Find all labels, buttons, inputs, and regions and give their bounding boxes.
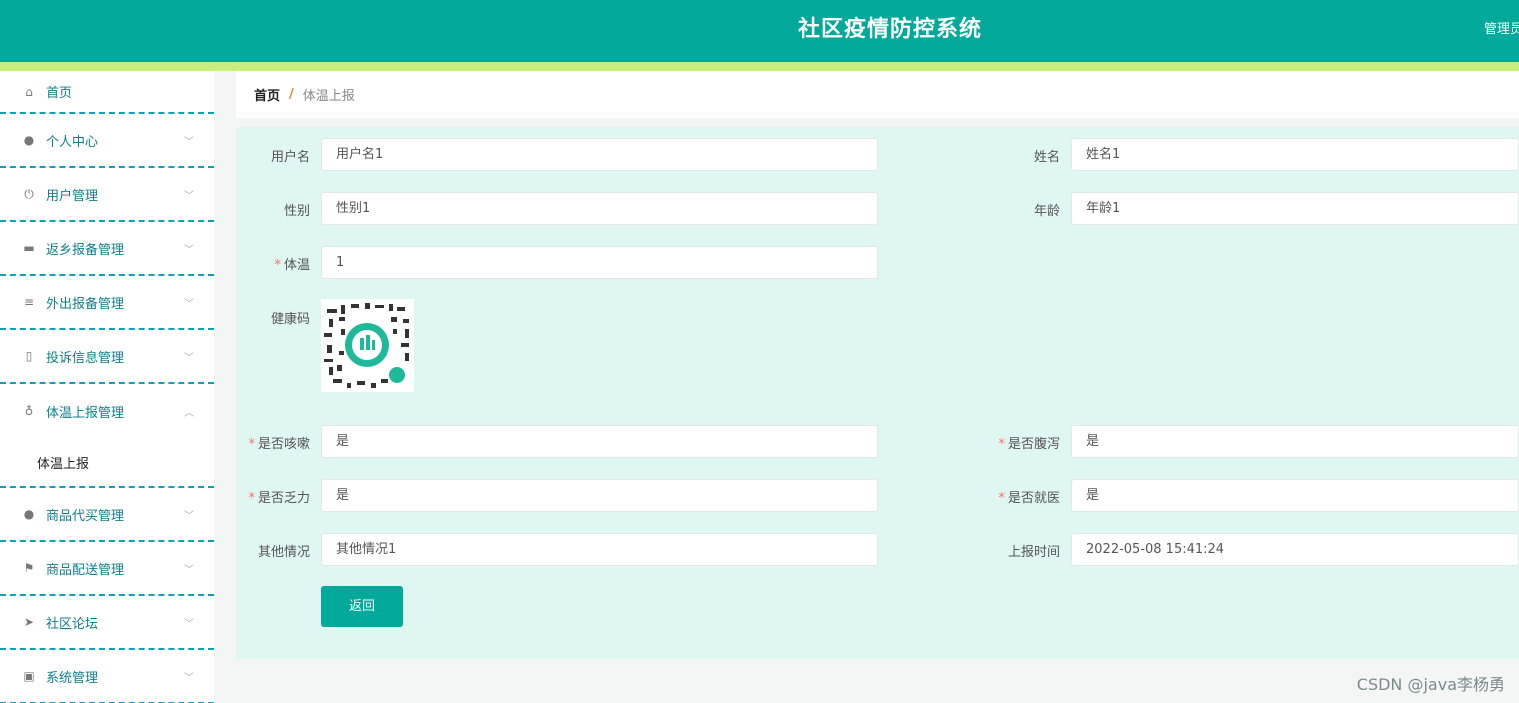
gender-field[interactable]: 性别1 xyxy=(321,192,878,225)
fatigue-field[interactable]: 是 xyxy=(321,479,878,512)
health-code-qr-image[interactable] xyxy=(321,299,414,392)
report-time-field[interactable]: 2022-05-08 15:41:24 xyxy=(1071,533,1519,566)
age-field[interactable]: 年龄1 xyxy=(1071,192,1519,225)
sidebar-item-label: 投诉信息管理 xyxy=(46,350,125,366)
report-time-label: 上报时间 xyxy=(1007,545,1060,560)
breadcrumb-home[interactable]: 首页 xyxy=(254,85,280,104)
admin-user-label[interactable]: 管理员 xyxy=(1484,0,1519,60)
required-mark: * xyxy=(998,491,1005,506)
cough-label: * 是否咳嗽 xyxy=(248,437,310,452)
temperature-label: * 体温 xyxy=(274,258,310,273)
name-field[interactable]: 姓名1 xyxy=(1071,138,1519,171)
required-mark: * xyxy=(998,437,1005,452)
menu-icon: ≡ xyxy=(23,295,35,309)
health-code-label: 健康码 xyxy=(270,312,310,327)
chart-icon: ▣ xyxy=(23,669,35,683)
chevron-down-icon: ﹀ xyxy=(184,564,194,576)
sidebar-item-complaint[interactable]: ▯ 投诉信息管理 ﹀ xyxy=(0,330,214,384)
sidebar-item-system[interactable]: ▣ 系统管理 ﹀ xyxy=(0,650,214,703)
other-label: 其他情况 xyxy=(257,545,310,560)
top-header: 社区疫情防控系统 管理员 xyxy=(0,0,1519,62)
sidebar-item-label: 商品配送管理 xyxy=(46,562,125,578)
microphone-icon: ▯ xyxy=(25,349,33,363)
chevron-down-icon: ﹀ xyxy=(184,136,194,148)
send-icon: ➤ xyxy=(23,615,35,629)
sidebar-item-home[interactable]: ⌂ 首页 xyxy=(0,71,214,114)
sidebar-item-forum[interactable]: ➤ 社区论坛 ﹀ xyxy=(0,596,214,650)
sidebar-item-goods-purchase[interactable]: ● 商品代买管理 ﹀ xyxy=(0,488,214,542)
sidebar-item-label: 外出报备管理 xyxy=(46,296,125,312)
cough-field[interactable]: 是 xyxy=(321,425,878,458)
power-icon: ⏻ xyxy=(24,186,34,201)
hospital-field[interactable]: 是 xyxy=(1071,479,1519,512)
chat-icon: ▬ xyxy=(23,241,35,255)
breadcrumb-separator: / xyxy=(289,87,294,102)
chevron-down-icon: ﹀ xyxy=(184,244,194,256)
name-label: 姓名 xyxy=(1033,150,1060,165)
diarrhea-field[interactable]: 是 xyxy=(1071,425,1519,458)
required-mark: * xyxy=(248,437,255,452)
sidebar-item-temperature[interactable]: ♁ 体温上报管理 ︿ xyxy=(0,384,214,438)
chevron-down-icon: ﹀ xyxy=(184,352,194,364)
diarrhea-label: * 是否腹泻 xyxy=(998,437,1060,452)
microphone-icon: ♁ xyxy=(24,404,34,418)
fatigue-label: * 是否乏力 xyxy=(248,491,310,506)
sidebar: ⌂ 首页 ● 个人中心 ﹀ ⏻ 用户管理 ﹀ ▬ 返乡报备管理 ﹀ ≡ 外出报备… xyxy=(0,71,214,703)
temperature-field[interactable]: 1 xyxy=(321,246,878,279)
sidebar-item-label: 个人中心 xyxy=(46,134,99,150)
app-title: 社区疫情防控系统 xyxy=(797,17,982,42)
hospital-label: * 是否就医 xyxy=(998,491,1060,506)
watermark: CSDN @java李杨勇 xyxy=(1356,675,1505,694)
qr-code-icon xyxy=(321,299,414,392)
sidebar-item-label: 体温上报管理 xyxy=(46,405,125,421)
required-mark: * xyxy=(274,258,281,273)
user-icon: ● xyxy=(23,133,35,147)
breadcrumb-current: 体温上报 xyxy=(302,89,355,104)
sidebar-subitem-temperature-report[interactable]: 体温上报 xyxy=(0,438,214,488)
username-label: 用户名 xyxy=(270,150,310,165)
sidebar-item-user-management[interactable]: ⏻ 用户管理 ﹀ xyxy=(0,168,214,222)
user-icon: ● xyxy=(23,507,35,521)
required-mark: * xyxy=(248,491,255,506)
age-label: 年龄 xyxy=(1033,204,1060,219)
sidebar-item-label: 返乡报备管理 xyxy=(46,242,125,258)
back-button[interactable]: 返回 xyxy=(321,586,403,627)
sidebar-item-goods-delivery[interactable]: ⚑ 商品配送管理 ﹀ xyxy=(0,542,214,596)
sidebar-item-label: 社区论坛 xyxy=(46,616,99,632)
form-panel: 用户名 用户名1 姓名 姓名1 性别 性别1 年龄 年龄1 *体温 1 健康码 xyxy=(236,127,1519,659)
flag-icon: ⚑ xyxy=(23,561,35,575)
sidebar-item-label: 首页 xyxy=(46,86,73,101)
sidebar-item-outing-report[interactable]: ≡ 外出报备管理 ﹀ xyxy=(0,276,214,330)
chevron-up-icon: ︿ xyxy=(184,407,194,419)
breadcrumb: 首页 / 体温上报 xyxy=(236,71,1519,118)
other-field[interactable]: 其他情况1 xyxy=(321,533,878,566)
sidebar-item-label: 商品代买管理 xyxy=(46,508,125,524)
sidebar-item-label: 系统管理 xyxy=(46,670,99,686)
sidebar-item-label: 用户管理 xyxy=(46,188,99,204)
gender-label: 性别 xyxy=(283,204,310,219)
header-accent-stripe xyxy=(0,62,1519,71)
username-field[interactable]: 用户名1 xyxy=(321,138,878,171)
sidebar-item-return-report[interactable]: ▬ 返乡报备管理 ﹀ xyxy=(0,222,214,276)
chevron-down-icon: ﹀ xyxy=(184,618,194,630)
chevron-down-icon: ﹀ xyxy=(184,190,194,202)
chevron-down-icon: ﹀ xyxy=(184,672,194,684)
home-icon: ⌂ xyxy=(25,84,33,99)
chevron-down-icon: ﹀ xyxy=(184,510,194,522)
sidebar-item-personal-center[interactable]: ● 个人中心 ﹀ xyxy=(0,114,214,168)
chevron-down-icon: ﹀ xyxy=(184,298,194,310)
